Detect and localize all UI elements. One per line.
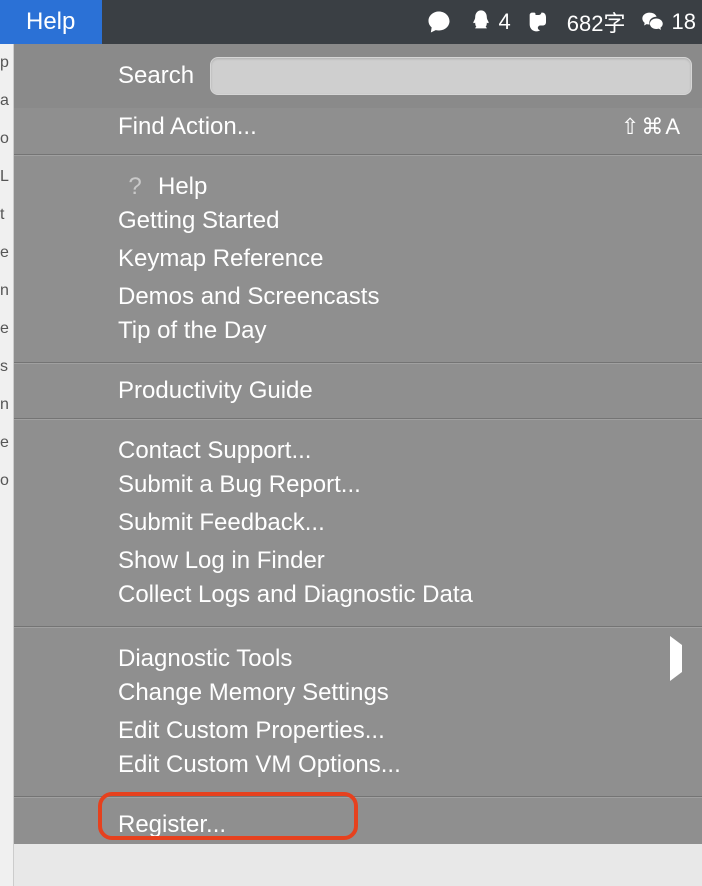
search-label: Search <box>118 62 194 90</box>
submenu-arrow-icon <box>670 645 682 673</box>
help-menu-dropdown: Search Find Action... ⇧⌘A ? Help Getting… <box>14 44 702 844</box>
menu-item-edit-props[interactable]: Edit Custom Properties... <box>14 712 702 750</box>
elephant-icon <box>525 8 553 36</box>
getting-started-label: Getting Started <box>118 207 279 235</box>
submit-bug-label: Submit a Bug Report... <box>118 471 361 499</box>
menu-item-contact-support[interactable]: Contact Support... <box>14 428 702 466</box>
word-count-label: 682字 <box>567 6 626 38</box>
menu-item-show-log[interactable]: Show Log in Finder <box>14 542 702 580</box>
edit-vm-label: Edit Custom VM Options... <box>118 751 401 779</box>
mac-menubar: Help 4 682字 18 <box>0 0 702 44</box>
penguin-icon <box>467 8 495 36</box>
diagnostic-tools-label: Diagnostic Tools <box>118 645 292 673</box>
search-input[interactable] <box>210 57 692 95</box>
menu-item-productivity-guide[interactable]: Productivity Guide <box>14 372 702 410</box>
keymap-reference-label: Keymap Reference <box>118 245 323 273</box>
demos-label: Demos and Screencasts <box>118 283 379 311</box>
wechat-icon <box>640 8 668 36</box>
evernote-status[interactable] <box>525 8 553 36</box>
menu-search-row: Search <box>14 44 702 108</box>
menu-separator <box>14 154 702 156</box>
menu-separator <box>14 362 702 364</box>
find-action-label: Find Action... <box>118 113 257 141</box>
change-memory-label: Change Memory Settings <box>118 679 389 707</box>
chat-bubble-icon <box>425 8 453 36</box>
show-log-label: Show Log in Finder <box>118 547 325 575</box>
wechat-status[interactable]: 18 <box>640 8 696 36</box>
menu-item-keymap-reference[interactable]: Keymap Reference <box>14 240 702 278</box>
menu-item-tip-of-day[interactable]: Tip of the Day <box>14 316 702 354</box>
help-menu-title[interactable]: Help <box>0 0 102 44</box>
help-menu-label: Help <box>26 8 75 36</box>
qq-status[interactable]: 4 <box>467 8 511 36</box>
collect-logs-label: Collect Logs and Diagnostic Data <box>118 581 473 609</box>
question-icon: ? <box>122 173 148 201</box>
menu-item-help[interactable]: ? Help <box>14 164 702 202</box>
menu-item-submit-feedback[interactable]: Submit Feedback... <box>14 504 702 542</box>
edit-props-label: Edit Custom Properties... <box>118 717 385 745</box>
background-editor-sliver: p a o L t e n e s n e o <box>0 44 14 886</box>
menu-separator <box>14 796 702 798</box>
find-action-shortcut: ⇧⌘A <box>621 114 682 140</box>
tip-of-day-label: Tip of the Day <box>118 317 267 345</box>
register-label: Register... <box>118 811 226 839</box>
menu-item-edit-vm[interactable]: Edit Custom VM Options... <box>14 750 702 788</box>
menu-item-change-memory[interactable]: Change Memory Settings <box>14 674 702 712</box>
wechat-count: 18 <box>672 9 696 35</box>
contact-support-label: Contact Support... <box>118 437 311 465</box>
qq-count: 4 <box>499 9 511 35</box>
menu-item-submit-bug[interactable]: Submit a Bug Report... <box>14 466 702 504</box>
menu-separator <box>14 626 702 628</box>
menu-item-find-action[interactable]: Find Action... ⇧⌘A <box>14 108 702 146</box>
chat-status-icon[interactable] <box>425 8 453 36</box>
menubar-status-area: 4 682字 18 <box>425 6 702 38</box>
menu-item-diagnostic-tools[interactable]: Diagnostic Tools <box>14 636 702 674</box>
menu-item-getting-started[interactable]: Getting Started <box>14 202 702 240</box>
menu-item-collect-logs[interactable]: Collect Logs and Diagnostic Data <box>14 580 702 618</box>
word-count-status[interactable]: 682字 <box>567 6 626 38</box>
menu-item-register[interactable]: Register... <box>14 806 702 844</box>
productivity-guide-label: Productivity Guide <box>118 377 313 405</box>
menu-item-demos[interactable]: Demos and Screencasts <box>14 278 702 316</box>
menu-separator <box>14 418 702 420</box>
submit-feedback-label: Submit Feedback... <box>118 509 325 537</box>
